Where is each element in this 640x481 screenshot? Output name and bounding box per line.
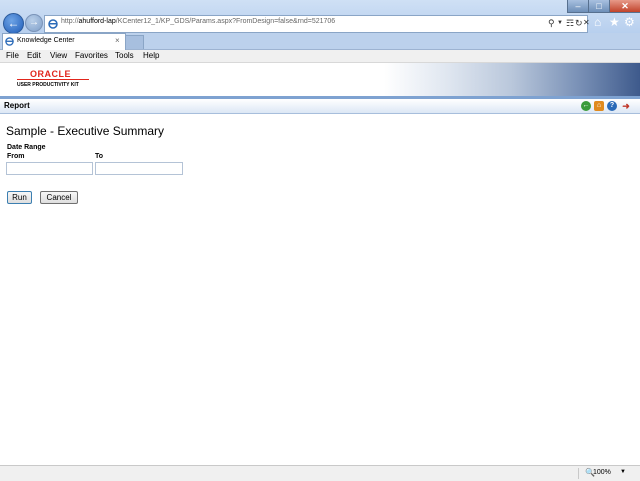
address-bar[interactable]: http://ahufford-lap/KCenter12_1/KP_GDS/P… (44, 15, 590, 33)
product-name: USER PRODUCTIVITY KIT (17, 82, 79, 88)
menu-file[interactable]: File (6, 51, 19, 60)
new-tab-button[interactable] (125, 35, 144, 49)
menu-bar: File Edit View Favorites Tools Help (0, 50, 640, 63)
tab-close-icon[interactable]: × (115, 36, 120, 45)
back-arrow-icon: ← (7, 16, 20, 30)
forward-arrow-icon: → (29, 17, 39, 28)
home-browser-icon[interactable]: ⌂ (594, 15, 601, 29)
stop-icon[interactable]: ✕ (583, 18, 590, 27)
ie-tab-icon (5, 37, 14, 46)
oracle-logo: ORACLE (30, 69, 71, 79)
browser-tab[interactable]: Knowledge Center × (2, 33, 126, 50)
date-range-label: Date Range (7, 144, 46, 151)
address-text: http://ahufford-lap/KCenter12_1/KP_GDS/P… (61, 18, 336, 25)
from-label: From (7, 153, 25, 160)
menu-view[interactable]: View (50, 51, 67, 60)
exit-icon[interactable]: ➜ (621, 101, 631, 111)
help-icon[interactable]: ? (607, 101, 617, 111)
tools-gear-icon[interactable]: ⚙ (624, 15, 635, 29)
forward-button[interactable]: → (25, 14, 43, 32)
zoom-dropdown-icon[interactable]: ▼ (620, 469, 626, 475)
from-date-input[interactable] (6, 162, 93, 175)
close-window-button[interactable]: ✕ (609, 0, 640, 13)
page-title: Sample - Executive Summary (6, 124, 165, 138)
menu-help[interactable]: Help (143, 51, 159, 60)
zoom-level[interactable]: 100% (593, 469, 611, 476)
back-button[interactable]: ← (3, 13, 24, 34)
menu-edit[interactable]: Edit (27, 51, 41, 60)
search-icon[interactable]: ⚲ (548, 18, 555, 29)
home-icon[interactable]: ⌂ (594, 101, 604, 111)
compatibility-icon[interactable]: ☶ (566, 18, 574, 29)
oracle-header-banner: ORACLE USER PRODUCTIVITY KIT (0, 63, 640, 96)
minimize-button[interactable]: – (567, 0, 589, 13)
search-dropdown-icon[interactable]: ▼ (557, 20, 563, 26)
cancel-button[interactable]: Cancel (40, 191, 78, 204)
back-icon[interactable]: ← (581, 101, 591, 111)
to-date-input[interactable] (95, 162, 183, 175)
menu-tools[interactable]: Tools (115, 51, 134, 60)
status-separator (578, 468, 579, 479)
logo-divider (17, 79, 89, 80)
ie-page-icon (48, 19, 58, 29)
status-bar: 🔍 100% ▼ (0, 465, 640, 481)
maximize-button[interactable]: □ (588, 0, 610, 13)
run-button[interactable]: Run (7, 191, 32, 204)
favorites-star-icon[interactable]: ★ (609, 15, 620, 29)
to-label: To (95, 153, 104, 160)
refresh-icon[interactable]: ↻ (575, 18, 583, 29)
tab-title: Knowledge Center (17, 37, 75, 44)
report-toolbar: Report ← ⌂ ? ➜ (0, 99, 640, 114)
section-title: Report (4, 101, 30, 110)
menu-favorites[interactable]: Favorites (75, 51, 108, 60)
